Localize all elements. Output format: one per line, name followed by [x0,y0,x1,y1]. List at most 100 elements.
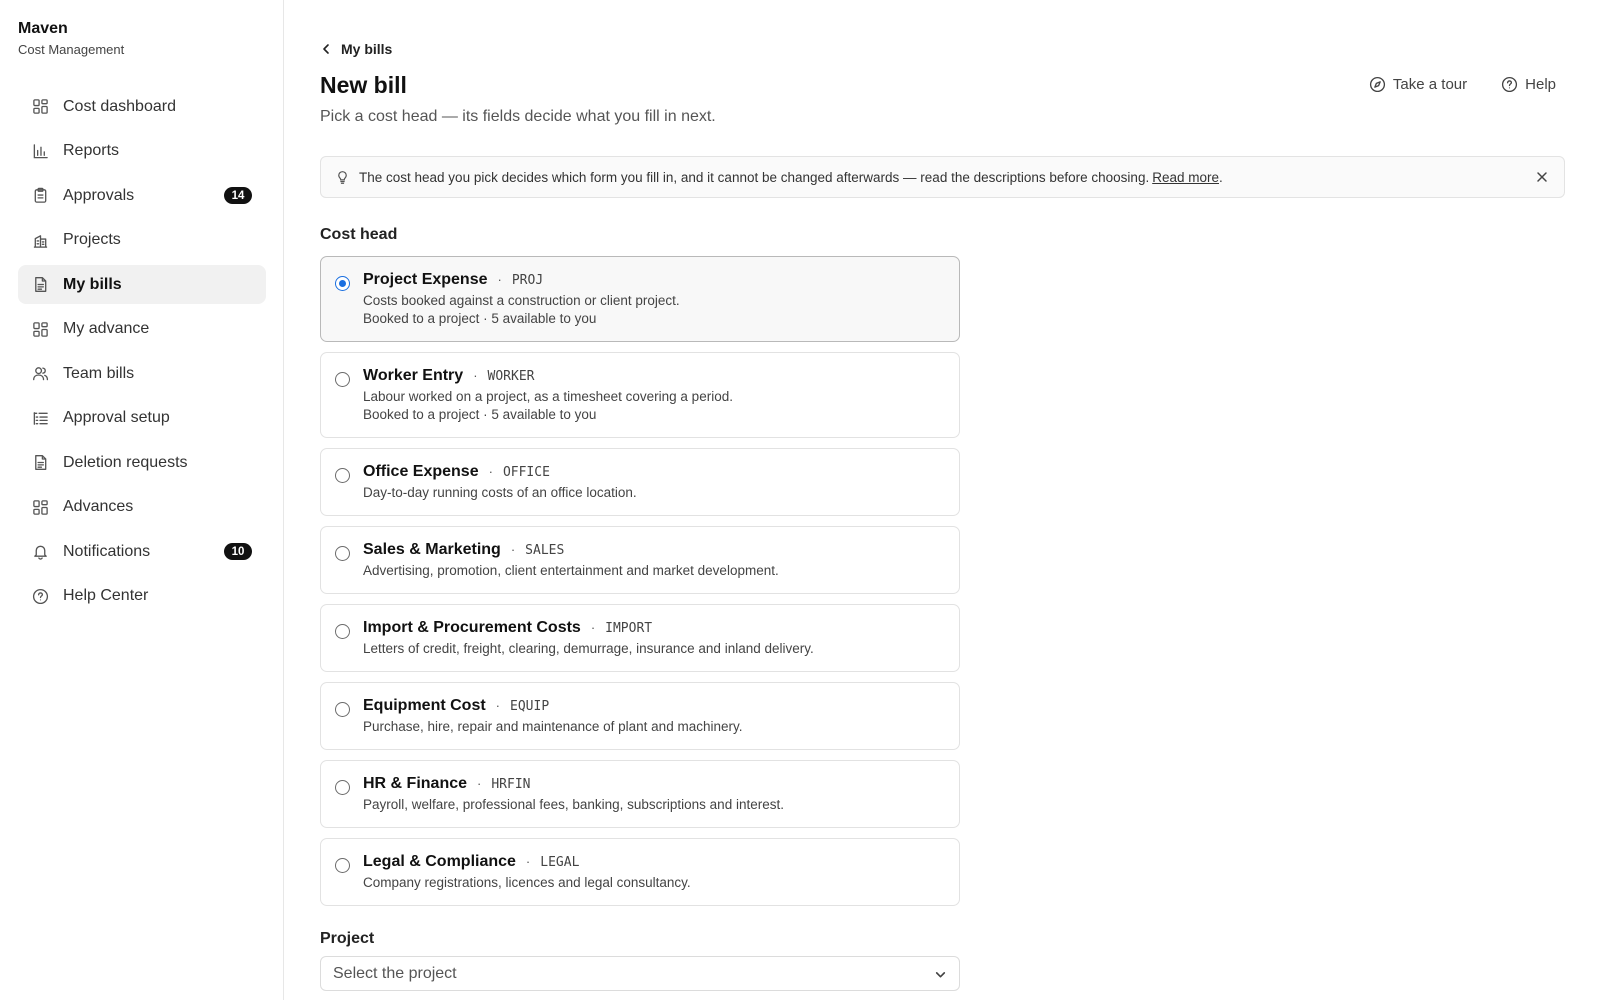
project-label: Project [320,930,375,947]
list-tree-icon [32,410,49,427]
brand-name: Maven [18,20,68,37]
cost-head-option-worker[interactable]: Worker Entry · WORKER Labour worked on a pr… [320,352,960,438]
sidebar: Maven Cost Management Cost dashboard Repo… [0,0,284,1000]
clipboard-icon [32,187,49,204]
option-description: Purchase, hire, repair and maintenance o… [363,719,743,734]
top-actions: Take a tour Help [1369,76,1556,93]
bell-icon [32,543,49,560]
page-title: New bill [320,72,407,98]
grid-icon [32,98,49,115]
help-circle-icon [32,588,49,605]
separator-dot: · [525,854,531,869]
page-subtitle: Pick a cost head — its fields decide wha… [320,108,716,125]
sidebar-item-approvals[interactable]: Approvals 14 [18,176,266,215]
cost-head-option-equip[interactable]: Equipment Cost · EQUIP Purchase, hire, repa… [320,682,960,750]
document-icon [32,454,49,471]
grid-icon [32,499,49,516]
bar-chart-icon [32,143,49,160]
cost-head-option-office[interactable]: Office Expense · OFFICE Day-to-day running … [320,448,960,516]
read-more-link[interactable]: Read more [1152,170,1219,185]
option-header: Office Expense · OFFICE [363,463,945,481]
sidebar-item-deletion-requests[interactable]: Deletion requests [18,443,266,482]
separator-dot: · [495,698,501,713]
sidebar-item-notifications[interactable]: Notifications 10 [18,532,266,571]
sidebar-item-label: Team bills [63,364,135,382]
document-icon [32,276,49,293]
sidebar-item-label: Advances [63,498,134,515]
option-description: Letters of credit, freight, clearing, de… [363,641,814,656]
option-title: Sales & Marketing [363,541,501,558]
sidebar-item-my-advance[interactable]: My advance [18,310,266,349]
help-label: Help [1525,76,1556,93]
take-tour-button[interactable]: Take a tour [1369,76,1467,93]
option-description: Advertising, promotion, client entertain… [363,563,779,578]
project-select[interactable]: Select the project [320,956,960,991]
banner-suffix: . [1219,169,1223,185]
radio-button[interactable] [335,372,350,387]
sidebar-item-my-bills[interactable]: My bills [18,265,266,304]
radio-button[interactable] [335,624,350,639]
option-title: Equipment Cost [363,697,486,714]
option-title: Office Expense [363,463,479,480]
option-code: IMPORT [605,621,653,636]
compass-icon [1369,76,1385,93]
sidebar-item-projects[interactable]: Projects [18,221,266,260]
radio-button[interactable] [335,468,350,483]
option-title: Import & Procurement Costs [363,619,581,636]
chevron-left-icon [323,44,329,54]
sidebar-item-label: My bills [63,275,122,293]
cost-head-option-import[interactable]: Import & Procurement Costs · IMPORT Letters… [320,604,960,672]
separator-dot: · [510,542,516,557]
help-circle-icon [1502,76,1518,93]
help-button[interactable]: Help [1501,76,1556,93]
sidebar-item-advances[interactable]: Advances [18,488,266,527]
option-code: EQUIP [510,699,550,714]
brand: Maven Cost Management [18,19,124,58]
brand-subtitle: Cost Management [18,42,125,57]
option-header: Equipment Cost · EQUIP [363,697,945,715]
radio-button[interactable] [335,702,350,717]
count-badge: 14 [224,187,252,204]
cost-head-option-proj[interactable]: Project Expense · PROJ Costs booked against… [320,256,960,342]
option-header: Sales & Marketing · SALES [363,541,945,559]
option-meta: Booked to a project · 5 available to you [363,407,597,422]
radio-button[interactable] [335,858,350,873]
count-badge: 10 [224,543,252,560]
separator-dot: · [473,368,478,383]
option-title: Worker Entry [363,367,464,384]
cost-head-option-hrfin[interactable]: HR & Finance · HRFIN Payroll, welfare, prof… [320,760,960,828]
option-header: Worker Entry · WORKER [363,367,945,385]
radio-button[interactable] [335,546,350,561]
option-title: Project Expense [363,271,488,288]
radio-button[interactable] [335,780,350,795]
sidebar-item-label: Cost dashboard [63,97,176,115]
sidebar-item-help-center[interactable]: Help Center [18,577,266,616]
back-link[interactable]: My bills [320,41,392,57]
back-link-label: My bills [341,41,393,57]
info-banner: The cost head you pick decides which for… [320,156,1565,198]
separator-dot: · [488,464,493,479]
sidebar-item-cost-dashboard[interactable]: Cost dashboard [18,87,266,126]
sidebar-item-label: My advance [63,320,150,337]
option-code: OFFICE [502,465,550,480]
sidebar-item-team-bills[interactable]: Team bills [18,354,266,393]
cost-head-option-sales[interactable]: Sales & Marketing · SALES Advertising, prom… [320,526,960,594]
close-icon[interactable] [1534,169,1550,185]
sidebar-item-reports[interactable]: Reports [18,132,266,171]
banner-text: The cost head you pick decides which for… [359,169,1150,185]
option-code: SALES [525,543,565,558]
sidebar-item-label: Help Center [63,587,149,604]
separator-dot: · [477,776,482,791]
option-header: Project Expense · PROJ [363,271,945,289]
separator-dot: · [497,272,502,287]
radio-button[interactable] [335,276,350,291]
option-code: WORKER [487,369,535,384]
option-title: Legal & Compliance [363,853,516,870]
sidebar-item-label: Deletion requests [63,453,188,471]
cost-head-option-legal[interactable]: Legal & Compliance · LEGAL Company registra… [320,838,960,906]
sidebar-item-label: Reports [63,142,120,159]
building-icon [32,232,49,249]
sidebar-item-approval-setup[interactable]: Approval setup [18,399,266,438]
option-description: Labour worked on a project, as a timeshe… [363,389,733,404]
sidebar-item-label: Notifications [63,542,151,560]
